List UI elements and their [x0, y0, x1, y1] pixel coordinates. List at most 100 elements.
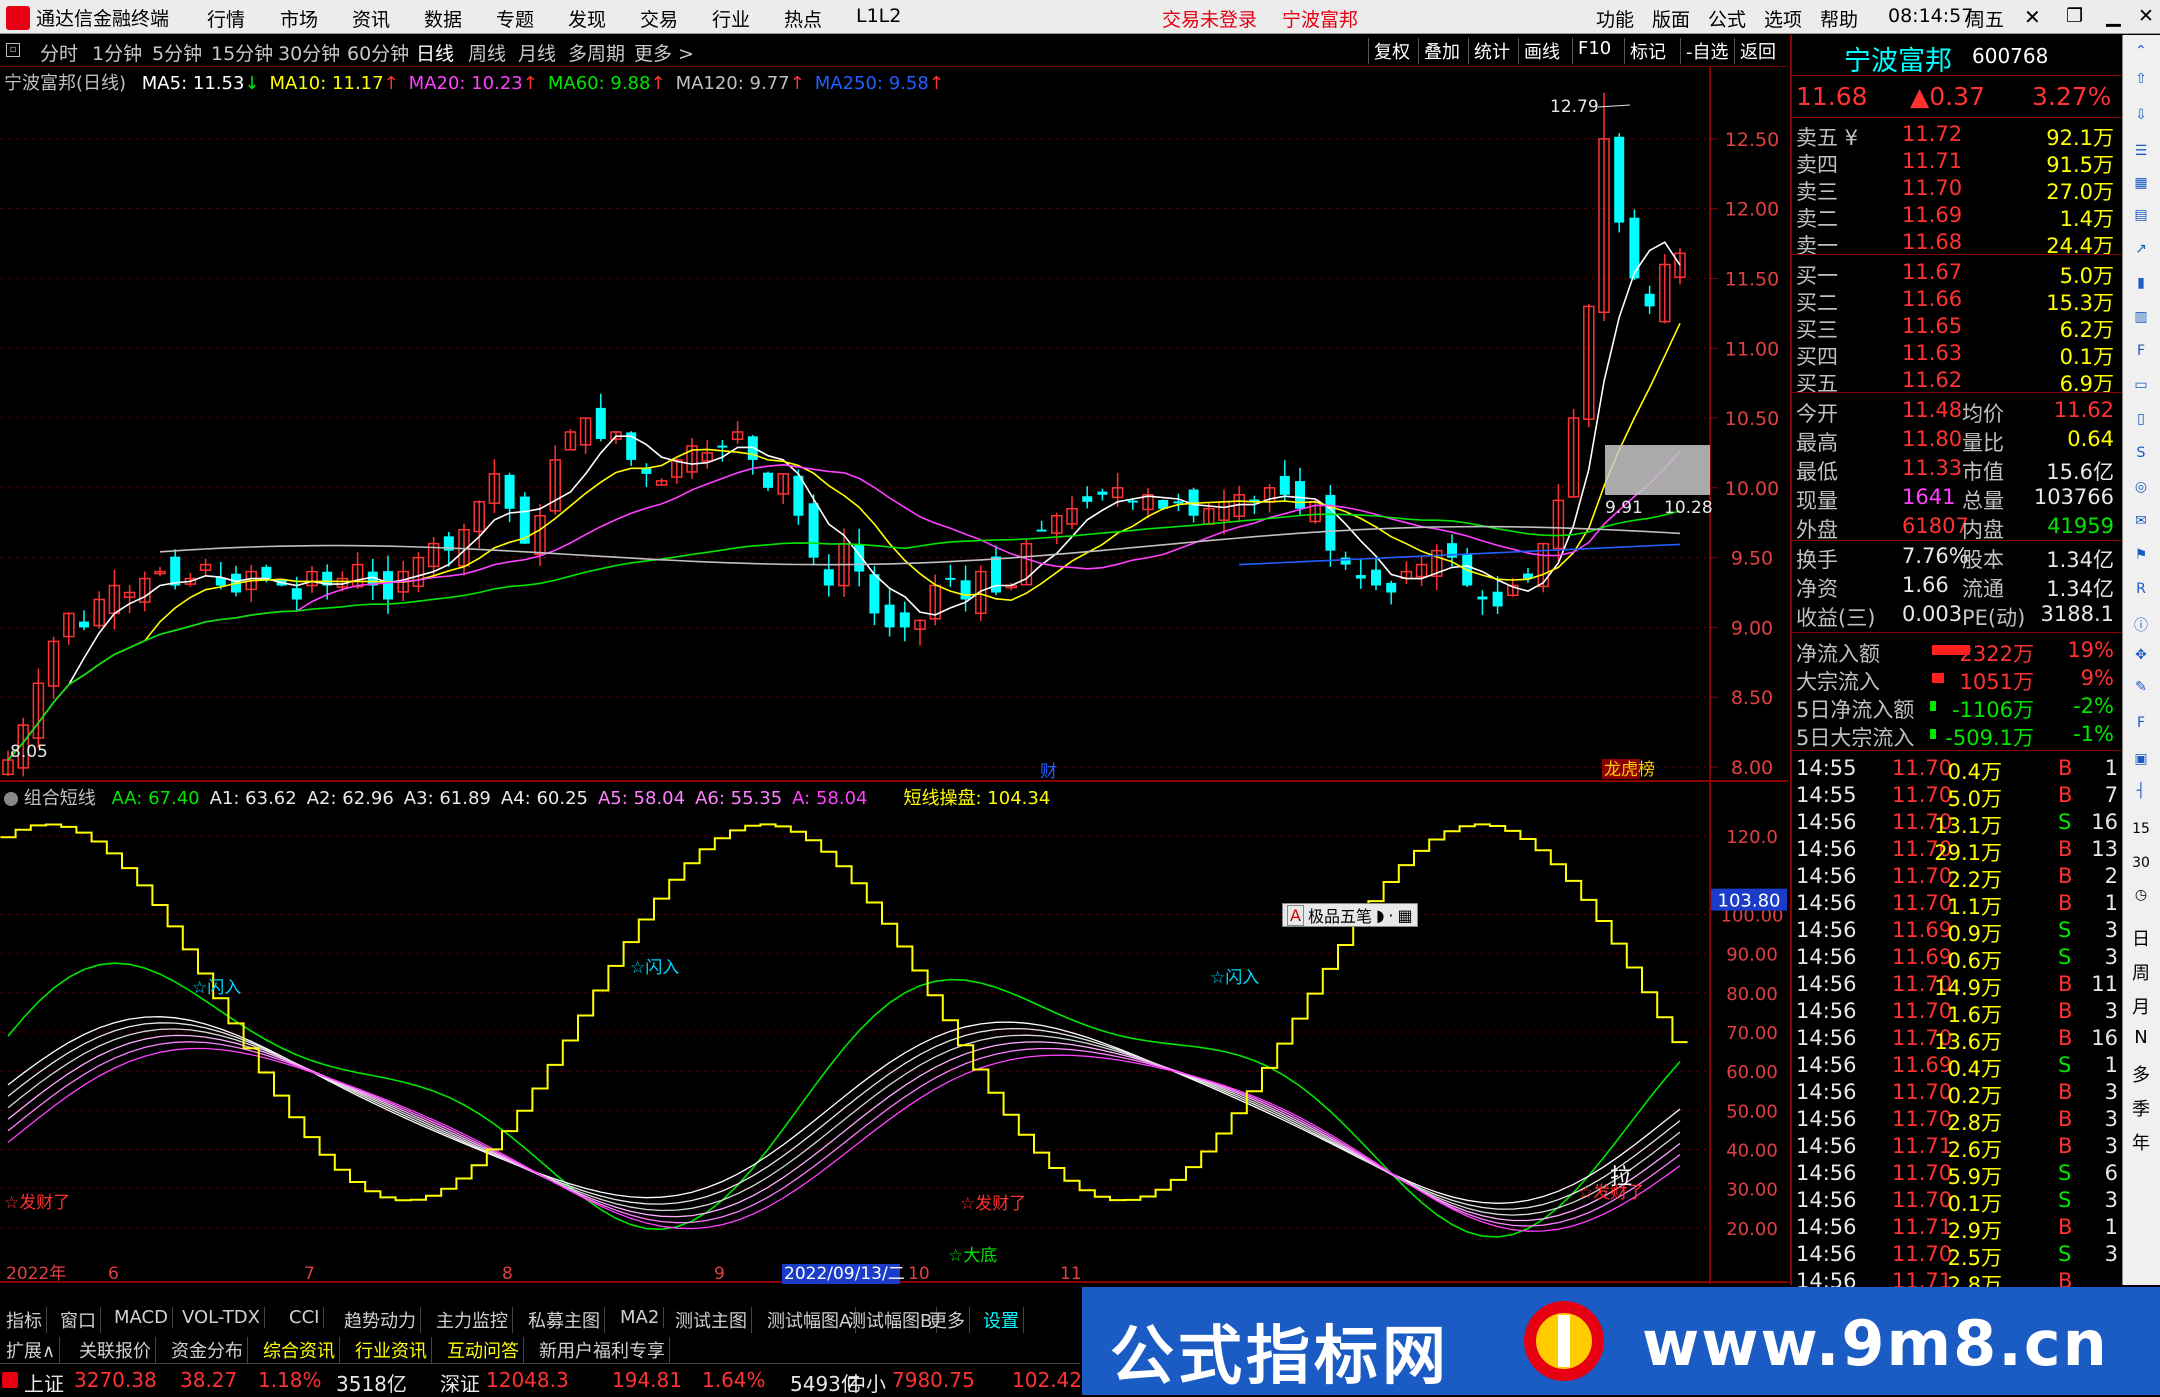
sidebar-n[interactable]: N [2129, 1027, 2153, 1048]
menu-item-redian[interactable]: 热点 [784, 5, 822, 32]
menu-item-faxian[interactable]: 发现 [568, 5, 606, 32]
biaoji-button[interactable]: 标记 [1624, 38, 1671, 64]
menu-item-shichang[interactable]: 市场 [280, 5, 318, 32]
extension-tab[interactable]: 互动问答 [443, 1337, 524, 1363]
candle-icon[interactable]: ▮ [2129, 275, 2153, 295]
sidebar-num-30[interactable]: 30 [2129, 855, 2153, 875]
layout-icon[interactable]: ▣ [2129, 751, 2153, 771]
period-weekly[interactable]: 周线 [468, 39, 506, 66]
page-icon[interactable]: ▯ [2129, 411, 2153, 431]
sidebar-clock-icon[interactable]: ◷ [2129, 887, 2153, 907]
move-icon[interactable]: ✥ [2129, 647, 2153, 667]
arrow-down-icon[interactable]: ⇩ [2129, 107, 2153, 127]
index-name[interactable]: 上证 [24, 1368, 64, 1397]
extension-tab[interactable]: 资金分布 [167, 1337, 248, 1363]
pencil-icon[interactable]: ✎ [2129, 679, 2153, 699]
trend-icon[interactable]: ↗ [2129, 241, 2153, 261]
tongji-button[interactable]: 统计 [1468, 38, 1515, 64]
kline-chart[interactable]: 12.50 12.00 11.50 11.00 10.50 10.00 9.50 9.00 8.… [0, 67, 1788, 1284]
fs-icon[interactable]: S [2129, 445, 2153, 465]
flag-icon[interactable]: ⚑ [2129, 547, 2153, 567]
minimize-icon[interactable]: ▁ [2106, 5, 2121, 27]
fuquan-button[interactable]: 复权 [1368, 38, 1415, 64]
sidebar-month[interactable]: 月 [2129, 993, 2153, 1018]
indicator-tab[interactable]: 私募主图 [524, 1307, 605, 1333]
menu-item-hangqing[interactable]: 行情 [207, 5, 245, 32]
indicator-tab[interactable]: MA2 [616, 1307, 665, 1328]
indicator-tab[interactable]: 指标 [2, 1307, 47, 1333]
indicator-tab[interactable]: 设置 [979, 1307, 1024, 1333]
indicator-tab[interactable]: 窗口 [56, 1307, 101, 1333]
index-name[interactable]: 中小 [846, 1368, 886, 1397]
sidebar-week[interactable]: 周 [2129, 959, 2153, 984]
indicator-tab[interactable]: CCI [285, 1307, 325, 1328]
period-fenshi[interactable]: 分时 [40, 39, 78, 66]
indicator-tab[interactable]: MACD [110, 1307, 173, 1328]
table-icon[interactable]: ▥ [2129, 309, 2153, 329]
period-more[interactable]: 更多 > [634, 39, 694, 66]
menu-item-l1l2[interactable]: L1L2 [856, 5, 901, 27]
indicator-tab[interactable]: 测试幅图A [763, 1307, 857, 1333]
extension-tab[interactable]: 综合资讯 [259, 1337, 340, 1363]
window-close-icon[interactable]: ✕ [2138, 5, 2154, 27]
huaxian-button[interactable]: 画线 [1518, 38, 1565, 64]
f10-button[interactable]: F10 [1572, 38, 1616, 64]
sub-indicator-name[interactable]: 组合短线 [24, 788, 96, 809]
sub-indicator-toggle-icon[interactable] [4, 792, 18, 806]
info-icon[interactable]: ⓘ [2129, 615, 2153, 635]
globe-icon[interactable]: ◎ [2129, 479, 2153, 499]
doc-icon[interactable]: ▭ [2129, 377, 2153, 397]
period-15min[interactable]: 15分钟 [211, 39, 273, 66]
chevron-up-icon[interactable]: ⌃ [2129, 43, 2153, 63]
period-multi[interactable]: 多周期 [568, 39, 625, 66]
menu-item-jiaoyi[interactable]: 交易 [640, 5, 678, 32]
menu-item-bangzhu[interactable]: 帮助 [1820, 5, 1858, 32]
menu-item-gongneng[interactable]: 功能 [1596, 5, 1634, 32]
period-toggle-icon[interactable]: ▫ [6, 43, 20, 57]
extension-tab[interactable]: 行业资讯 [351, 1337, 432, 1363]
sidebar-year[interactable]: 年 [2129, 1129, 2153, 1154]
extension-tab[interactable]: 关联报价 [75, 1337, 156, 1363]
sidebar-num-15[interactable]: 15 [2129, 821, 2153, 841]
sidebar-quarter[interactable]: 季 [2129, 1095, 2153, 1120]
menu-item-zixun[interactable]: 资讯 [352, 5, 390, 32]
period-daily[interactable]: 日线 [416, 39, 454, 66]
restore-icon[interactable]: ❐ [2066, 5, 2083, 27]
login-alert[interactable]: 交易未登录 [1162, 5, 1257, 32]
diejia-button[interactable]: 叠加 [1418, 38, 1465, 64]
menu-item-zhuanti[interactable]: 专题 [496, 5, 534, 32]
indicator-tab[interactable]: 测试主图 [671, 1307, 752, 1333]
list-icon[interactable]: ☰ [2129, 143, 2153, 163]
return-button[interactable]: 返回 [1734, 38, 1781, 64]
menu-item-xuanxiang[interactable]: 选项 [1764, 5, 1802, 32]
indicator-tab[interactable]: VOL-TDX [178, 1307, 265, 1328]
period-5min[interactable]: 5分钟 [152, 39, 202, 66]
menu-item-shuju[interactable]: 数据 [424, 5, 462, 32]
stock-link[interactable]: 宁波富邦 [1282, 5, 1358, 32]
ime-popup[interactable]: A 极品五笔 ◗ · ▦ [1282, 903, 1418, 927]
menu-item-hangye[interactable]: 行业 [712, 5, 750, 32]
indicator-tab[interactable]: 主力监控 [432, 1307, 513, 1333]
period-monthly[interactable]: 月线 [518, 39, 556, 66]
extension-tab[interactable]: 扩展∧ [2, 1337, 61, 1363]
sidebar-multi[interactable]: 多 [2129, 1061, 2153, 1086]
period-60min[interactable]: 60分钟 [347, 39, 409, 66]
sidebar-day[interactable]: 日 [2129, 925, 2153, 950]
indicator-tab[interactable]: 趋势动力 [340, 1307, 421, 1333]
f10-icon[interactable]: F [2129, 343, 2153, 363]
extension-tab[interactable]: 新用户福利专享 [535, 1337, 670, 1363]
mail-icon[interactable]: ✉ [2129, 513, 2153, 533]
fs2-icon[interactable]: F [2129, 715, 2153, 735]
arrow-up-icon[interactable]: ⇧ [2129, 71, 2153, 91]
index-name[interactable]: 深证 [440, 1368, 480, 1397]
period-30min[interactable]: 30分钟 [278, 39, 340, 66]
remove-watchlist-button[interactable]: -自选 [1680, 38, 1734, 64]
period-1min[interactable]: 1分钟 [92, 39, 142, 66]
close-icon[interactable]: ✕ [2024, 5, 2041, 29]
grid-icon[interactable]: ▦ [2129, 175, 2153, 195]
indicator-tab[interactable]: 测试幅图B [844, 1307, 938, 1333]
menu-item-banmian[interactable]: 版面 [1652, 5, 1690, 32]
quote-stock-name[interactable]: 宁波富邦 [1844, 39, 1952, 78]
ruler-icon[interactable]: ┤ [2129, 783, 2153, 803]
indicator-tab[interactable]: 更多 [925, 1307, 970, 1333]
